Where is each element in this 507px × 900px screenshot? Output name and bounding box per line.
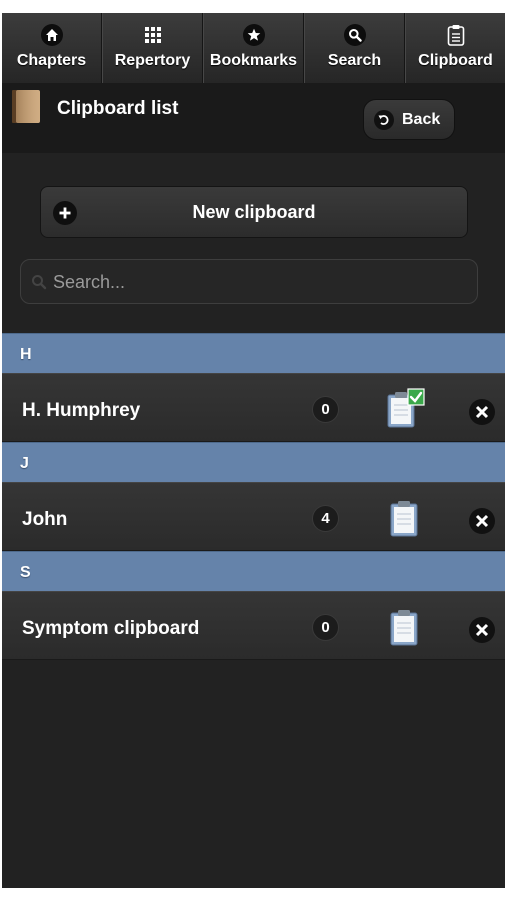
count-badge: 0: [312, 614, 339, 641]
tab-label: Clipboard: [418, 52, 493, 69]
list-item[interactable]: Symptom clipboard 0: [2, 591, 505, 660]
tab-label: Search: [327, 52, 382, 69]
clipboard-name: John: [22, 509, 68, 530]
count-badge: 0: [312, 396, 339, 423]
delete-button[interactable]: [469, 508, 495, 534]
tab-search[interactable]: Search: [304, 13, 405, 83]
close-icon: [475, 623, 489, 637]
book-icon: [12, 90, 40, 123]
undo-arrow-icon: [374, 109, 394, 130]
close-icon: [475, 405, 489, 419]
grid-icon: [142, 24, 164, 46]
delete-button[interactable]: [469, 617, 495, 643]
tab-label: Chapters: [16, 52, 87, 69]
new-clipboard-label: New clipboard: [192, 202, 316, 222]
delete-button[interactable]: [469, 399, 495, 425]
close-icon: [475, 514, 489, 528]
list-item[interactable]: John 4: [2, 482, 505, 551]
search-icon: [343, 24, 366, 46]
clipboard-icon[interactable]: [384, 606, 426, 648]
list-divider: S: [2, 551, 505, 591]
tab-label: Repertory: [114, 52, 191, 69]
star-icon: [242, 24, 265, 46]
search-box[interactable]: [20, 259, 478, 304]
list-divider: H: [2, 333, 505, 373]
page-title: Clipboard list: [57, 98, 179, 119]
search-icon: [32, 275, 47, 290]
tab-bookmarks[interactable]: Bookmarks: [203, 13, 304, 83]
clipboard-icon[interactable]: [384, 497, 426, 539]
clipboard-name: H. Humphrey: [22, 400, 141, 421]
app-screen: Chapters Repertory Bookmarks Search Clip…: [2, 13, 505, 888]
back-button[interactable]: Back: [363, 99, 455, 140]
home-icon: [40, 24, 63, 46]
clipboard-list: H H. Humphrey 0 J John 4 S Symptom clipb…: [2, 333, 505, 660]
tab-clipboard[interactable]: Clipboard: [405, 13, 505, 83]
top-tab-bar: Chapters Repertory Bookmarks Search Clip…: [2, 13, 505, 83]
clipboard-active-icon[interactable]: [384, 388, 426, 430]
list-divider: J: [2, 442, 505, 482]
count-badge: 4: [312, 505, 339, 532]
new-clipboard-button[interactable]: New clipboard: [40, 186, 468, 238]
clipboard-name: Symptom clipboard: [22, 618, 200, 639]
tab-label: Bookmarks: [209, 52, 298, 69]
tab-repertory[interactable]: Repertory: [102, 13, 203, 83]
tab-chapters[interactable]: Chapters: [2, 13, 102, 83]
back-label: Back: [402, 110, 441, 128]
clipboard-icon: [445, 24, 467, 46]
search-input[interactable]: [53, 268, 463, 296]
list-item[interactable]: H. Humphrey 0: [2, 373, 505, 442]
page-header: Clipboard list Back: [2, 83, 505, 153]
